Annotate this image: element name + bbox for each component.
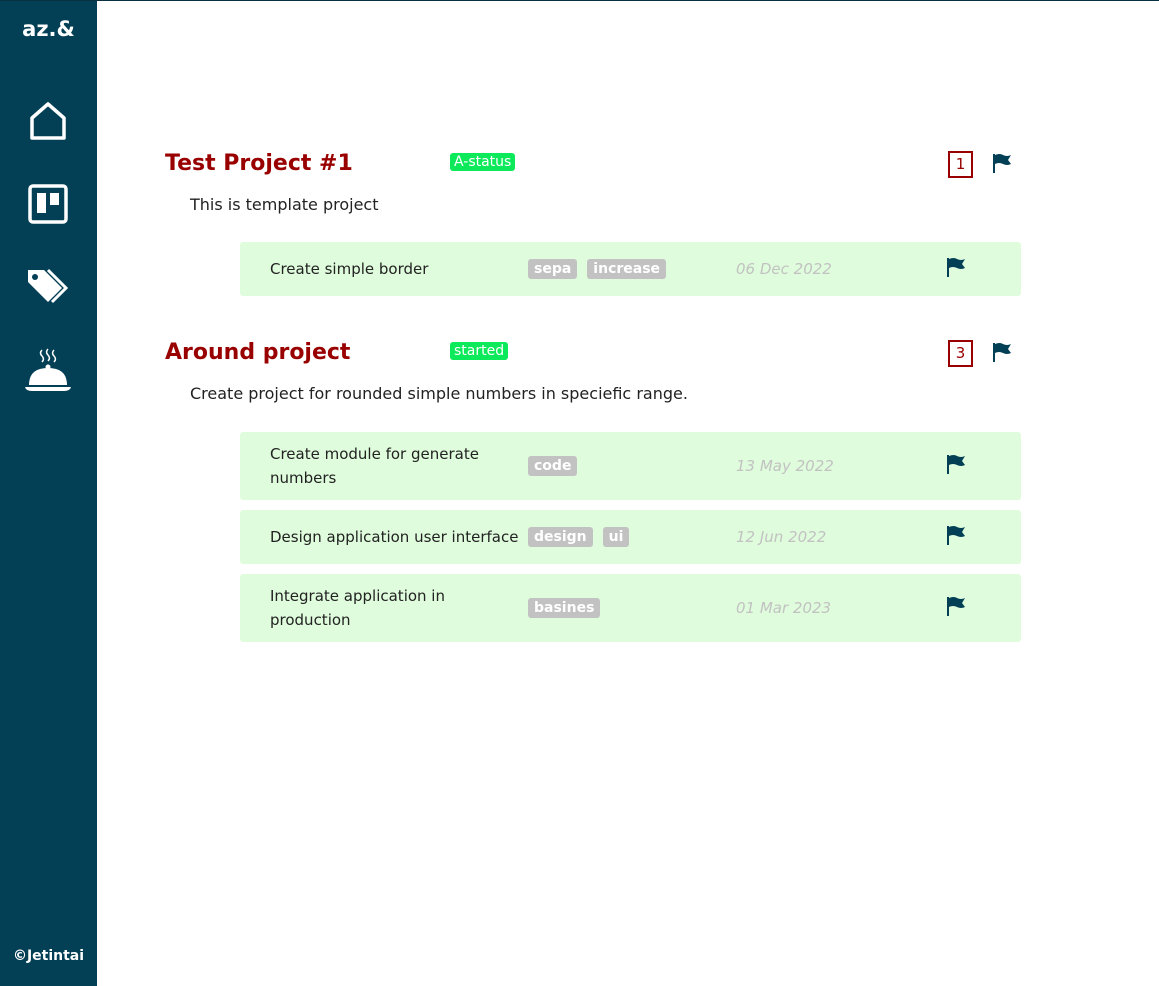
tag[interactable]: code xyxy=(528,456,578,476)
dish-icon[interactable] xyxy=(24,346,72,394)
task-name: Design application user interface xyxy=(270,528,519,546)
board-icon[interactable] xyxy=(24,180,72,228)
task-row[interactable]: Create module for generate numbers code … xyxy=(240,432,1021,500)
flag-icon[interactable] xyxy=(992,153,1012,173)
status-badge: started xyxy=(450,342,509,360)
task-row[interactable]: Integrate application in production basi… xyxy=(240,574,1021,642)
project-description: This is template project xyxy=(190,195,379,214)
tag[interactable]: design xyxy=(528,527,593,547)
task-row[interactable]: Create simple border sepa increase 06 Dec… xyxy=(240,242,1021,296)
flag-icon[interactable] xyxy=(946,596,966,616)
flag-icon[interactable] xyxy=(946,525,966,545)
task-date: 12 Jun 2022 xyxy=(736,528,827,546)
tag[interactable]: sepa xyxy=(528,259,578,279)
task-row[interactable]: Design application user interface design… xyxy=(240,510,1021,564)
home-icon[interactable] xyxy=(24,97,72,145)
flag-icon[interactable] xyxy=(946,454,966,474)
task-date: 01 Mar 2023 xyxy=(736,599,832,617)
task-date: 13 May 2022 xyxy=(736,457,834,475)
tag[interactable]: ui xyxy=(602,527,630,547)
sidebar: az.& ©Jetintai xyxy=(0,1,97,986)
flag-icon[interactable] xyxy=(946,257,966,277)
logo[interactable]: az.& xyxy=(0,17,97,41)
tags-icon[interactable] xyxy=(24,263,72,311)
flag-icon[interactable] xyxy=(992,342,1012,362)
task-name: Create module for generate numbers xyxy=(270,445,479,487)
task-name: Create simple border xyxy=(270,260,429,278)
task-count: 1 xyxy=(948,151,973,178)
task-date: 06 Dec 2022 xyxy=(736,260,832,278)
task-name: Integrate application in production xyxy=(270,587,445,629)
copyright: ©Jetintai xyxy=(12,948,85,964)
tag[interactable]: basines xyxy=(528,598,601,618)
project-title[interactable]: Around project xyxy=(165,340,350,365)
tag[interactable]: increase xyxy=(587,259,667,279)
task-count: 3 xyxy=(948,340,973,367)
project-description: Create project for rounded simple number… xyxy=(190,384,688,403)
project-title[interactable]: Test Project #1 xyxy=(165,151,353,176)
status-badge: A-status xyxy=(450,153,516,171)
